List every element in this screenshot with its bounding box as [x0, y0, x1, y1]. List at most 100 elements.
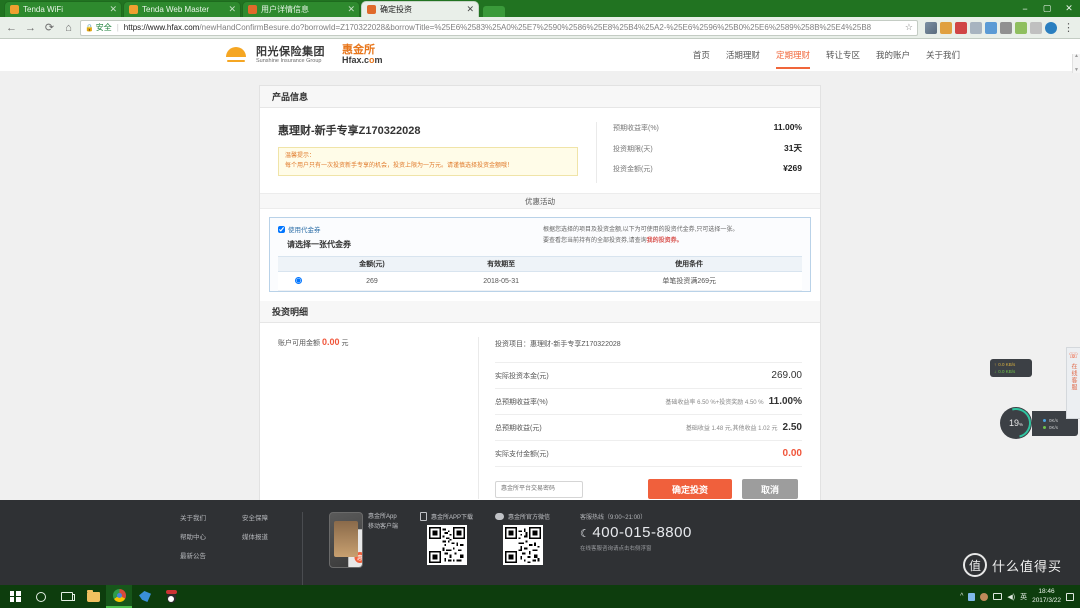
back-icon[interactable]: ←	[4, 22, 19, 34]
table-row[interactable]: 269 2018-05-31 单笔投资满269元	[278, 271, 802, 291]
site-logo[interactable]: 阳光保险集团 Sunshine Insurance Group 惠金所 Hfax…	[225, 44, 383, 66]
window-minimize-button[interactable]: −	[1014, 0, 1036, 17]
use-voucher-checkbox[interactable]	[278, 225, 285, 233]
tray-network-icon[interactable]	[993, 593, 1003, 600]
chrome-menu-icon[interactable]: ⋮	[1061, 21, 1076, 34]
browser-tab-2[interactable]: Tenda Web Master ✕	[123, 1, 241, 17]
nav-item-fixed-finance[interactable]: 定期理财	[775, 39, 810, 71]
tray-expand-icon[interactable]: ^	[960, 593, 963, 600]
row-value: 11.00%	[768, 396, 802, 407]
new-tab-button[interactable]	[483, 6, 505, 17]
tab-close-icon[interactable]: ✕	[228, 4, 236, 15]
tab-close-icon[interactable]: ✕	[109, 4, 117, 15]
tab-close-icon[interactable]: ✕	[466, 4, 474, 15]
online-customer-service-tab[interactable]: ☏ 在线客服	[1066, 347, 1080, 419]
main-navigation: 首页 活期理财 定期理财 转让专区 我的账户 关于我们	[693, 39, 960, 71]
taskbar-clock[interactable]: 18:46 2017/3/22	[1032, 588, 1061, 604]
secure-label: 安全	[95, 23, 112, 32]
voucher-list-scrollbar[interactable]: ▲ ▼	[1072, 54, 1080, 73]
browser-tab-3[interactable]: 用户详情信息 ✕	[242, 1, 360, 17]
footer-link-announcements[interactable]: 最新公告	[180, 550, 206, 560]
notification-center-icon[interactable]	[1066, 592, 1074, 601]
window-maximize-button[interactable]: ▢	[1036, 0, 1058, 17]
extension-icon-4[interactable]	[970, 21, 982, 34]
footer-link-column-1: 关于我们 帮助中心 最新公告	[180, 512, 206, 585]
address-bar[interactable]: 🔒 安全 | https://www.hfax.com/newHandConfi…	[80, 19, 918, 36]
stat-term-days: 投资期限(天) 31天	[613, 142, 802, 154]
voucher-radio-cell[interactable]	[278, 271, 318, 291]
cortana-icon	[36, 591, 46, 602]
wechat-heading: 惠金所官方微信	[495, 512, 550, 521]
qq-taskbar-button[interactable]	[158, 585, 184, 608]
system-tray: ^ ◀) 英 18:46 2017/3/22	[960, 588, 1078, 604]
nav-item-about-us[interactable]: 关于我们	[926, 39, 960, 71]
scroll-down-icon[interactable]: ▼	[1074, 68, 1079, 73]
footer-link-security[interactable]: 安全保障	[242, 512, 268, 522]
foxmail-taskbar-button[interactable]	[132, 585, 158, 608]
brand-hfax: 惠金所 Hfax.com	[342, 44, 383, 66]
balance-value: 0.00	[321, 337, 340, 347]
row-label: 总预期收益率(%)	[495, 399, 548, 406]
start-button[interactable]	[2, 585, 28, 608]
reload-icon[interactable]: ⟳	[42, 21, 57, 34]
investment-rows: 投资项目：惠理财-新手专享Z170322028 实际投资本金(元) 269.00…	[478, 337, 802, 499]
browser-tab-4-active[interactable]: 确定投资 ✕	[361, 1, 479, 17]
my-vouchers-link[interactable]: 我的投资券。	[647, 238, 683, 244]
tab-label: Tenda Web Master	[142, 5, 209, 14]
extension-icon-8[interactable]	[1030, 21, 1042, 34]
voucher-radio[interactable]	[294, 276, 302, 284]
row-value: 2.50	[782, 422, 802, 433]
bookmark-star-icon[interactable]: ☆	[901, 22, 913, 33]
row-label: 实际支付金额(元)	[495, 451, 549, 458]
file-explorer-button[interactable]	[80, 585, 106, 608]
trade-password-input[interactable]	[495, 480, 583, 498]
chrome-taskbar-button[interactable]	[106, 585, 132, 608]
nav-item-my-account[interactable]: 我的账户	[876, 39, 910, 71]
browser-tabstrip: Tenda WiFi ✕ Tenda Web Master ✕ 用户详情信息 ✕…	[0, 0, 1080, 17]
extension-icon-5[interactable]	[985, 21, 997, 34]
scroll-up-icon[interactable]: ▲	[1074, 54, 1079, 59]
window-close-button[interactable]: ✕	[1058, 0, 1080, 17]
forward-icon[interactable]: →	[23, 22, 38, 34]
stat-investment-amount: 投资金额(元) ¥269	[613, 163, 802, 174]
extension-icon-9[interactable]	[1045, 21, 1057, 34]
url-divider: |	[116, 23, 119, 32]
choose-voucher-label: 请选择一张代金券	[287, 240, 351, 249]
row-subnote: 基础收益 1.48 元,其他收益 1.02 元	[685, 426, 778, 432]
nav-item-transfer-zone[interactable]: 转让专区	[826, 39, 860, 71]
footer-link-media[interactable]: 媒体报道	[242, 531, 268, 541]
use-voucher-checkbox-row[interactable]: 使用代金券	[278, 224, 543, 234]
tray-security-icon[interactable]	[968, 592, 976, 601]
url-path: /newHandConfirmBesure.do?borrowId=Z17032…	[199, 23, 872, 32]
stat-download-row: 0K/s	[1043, 425, 1078, 430]
footer-link-about[interactable]: 关于我们	[180, 512, 206, 522]
footer-links: 关于我们 帮助中心 最新公告 安全保障 媒体报道	[180, 512, 303, 585]
customer-service-label: 在线客服	[1070, 363, 1076, 391]
cpu-usage-gauge[interactable]: 19%	[995, 402, 1037, 444]
tray-volume-icon[interactable]: ◀)	[1007, 593, 1015, 601]
confirm-investment-button[interactable]: 确定投资	[648, 479, 732, 499]
network-speed-widget[interactable]: ↑ 0.0 KB/s ↓ 0.0 KB/s	[990, 359, 1032, 377]
site-footer: 关于我们 帮助中心 最新公告 安全保障 媒体报道 惠金所App 移动客户	[0, 500, 1080, 585]
tray-ime-icon[interactable]: 英	[1020, 592, 1027, 602]
tab-close-icon[interactable]: ✕	[347, 4, 355, 15]
extension-icon-7[interactable]	[1015, 21, 1027, 34]
warning-tip-title: 温馨提示：	[285, 153, 316, 159]
cortana-search-button[interactable]	[28, 585, 54, 608]
tray-app-icon[interactable]	[980, 592, 989, 601]
download-speed-value: 0.0 KB/s	[998, 369, 1016, 374]
extension-icon-2[interactable]	[940, 21, 952, 34]
window-controls: − ▢ ✕	[1014, 0, 1080, 17]
extension-icon-3[interactable]	[955, 21, 967, 34]
extension-icon-1[interactable]	[925, 21, 937, 34]
task-view-button[interactable]	[54, 585, 80, 608]
browser-tab-1[interactable]: Tenda WiFi ✕	[4, 1, 122, 17]
home-icon[interactable]: ⌂	[61, 22, 76, 34]
extension-icon-6[interactable]	[1000, 21, 1012, 34]
nav-item-home[interactable]: 首页	[693, 39, 710, 71]
qr-code-app-download	[426, 525, 467, 565]
cancel-button[interactable]: 取消	[742, 479, 798, 499]
nav-item-current-finance[interactable]: 活期理财	[726, 39, 760, 71]
footer-link-help[interactable]: 帮助中心	[180, 531, 206, 541]
product-info-heading: 产品信息	[260, 86, 820, 108]
